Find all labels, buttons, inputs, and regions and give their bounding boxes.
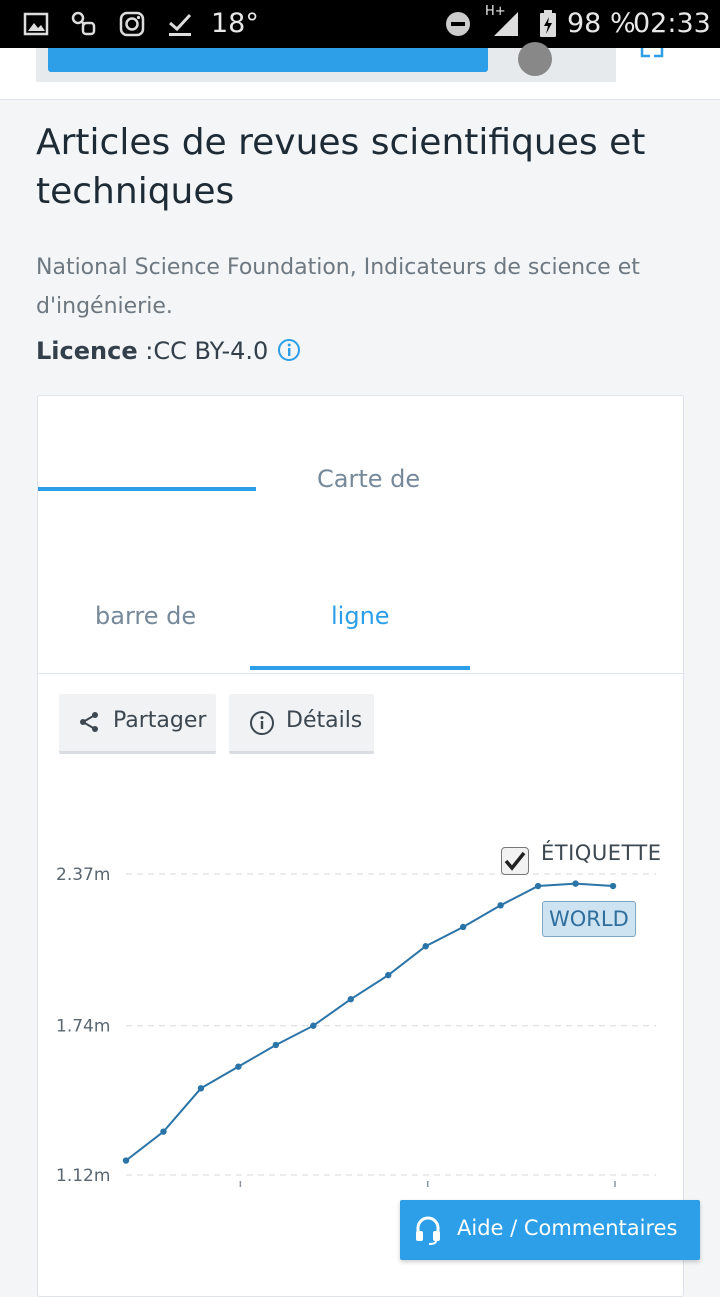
data-point[interactable] <box>497 902 504 909</box>
download-done-icon <box>169 13 192 36</box>
battery-level: 98 % <box>567 8 636 39</box>
tab-line-indicator <box>250 666 470 670</box>
data-point[interactable] <box>534 882 542 890</box>
expand-icon[interactable] <box>640 48 664 60</box>
data-point[interactable] <box>609 882 617 890</box>
temperature: 18° <box>211 8 259 39</box>
checkmark-icon <box>504 851 526 871</box>
link-icon <box>71 11 96 36</box>
info-icon <box>250 711 274 735</box>
battery-charging-icon <box>540 10 556 37</box>
data-point[interactable] <box>272 1041 280 1049</box>
data-point[interactable] <box>122 1157 130 1164</box>
data-point[interactable] <box>235 1063 242 1070</box>
signal-icon <box>494 12 518 36</box>
data-point[interactable] <box>572 880 579 887</box>
licence-info-icon[interactable] <box>277 338 301 362</box>
y-tick-label: 2.37m <box>56 865 110 885</box>
share-label: Partager <box>113 708 207 733</box>
status-bar: 18° H+ 98 % 02:33 <box>0 0 720 48</box>
tab-table-indicator <box>38 487 256 491</box>
line-chart: 1.12m 1.74m 2.37m <box>56 865 656 1187</box>
share-icon <box>80 712 98 732</box>
do-not-disturb-icon <box>446 12 470 36</box>
top-toolbar-remnant <box>0 42 720 100</box>
series-label-world: WORLD <box>542 901 636 937</box>
licence-line: Licence :CC BY-4.0 <box>36 334 268 368</box>
primary-button[interactable] <box>48 48 488 72</box>
tab-map[interactable]: Carte de <box>317 465 420 493</box>
tab-bar-chart[interactable]: barre de <box>95 602 196 630</box>
gallery-icon <box>23 12 49 36</box>
visualization-card: Carte de barre de ligne Partager Détails… <box>37 395 684 1297</box>
y-tick-label: 1.74m <box>56 1017 110 1037</box>
dataset-source: National Science Foundation, Indicateurs… <box>36 255 640 319</box>
tabs-divider <box>38 673 683 674</box>
data-point[interactable] <box>459 923 467 931</box>
help-feedback-label: Aide / Commentaires <box>457 1216 678 1240</box>
label-toggle-text: ÉTIQUETTE <box>541 841 662 865</box>
share-button[interactable]: Partager <box>59 694 216 754</box>
details-label: Détails <box>286 708 363 733</box>
y-tick-label: 1.12m <box>56 1166 110 1186</box>
details-button[interactable]: Détails <box>229 694 374 754</box>
page-title: Articles de revues scientifiques et tech… <box>36 122 646 212</box>
data-point[interactable] <box>385 971 392 979</box>
data-point[interactable] <box>197 1085 205 1092</box>
licence-label: Licence <box>36 337 138 365</box>
label-toggle-checkbox[interactable] <box>501 847 529 875</box>
series-line-world <box>125 882 614 1162</box>
data-point[interactable] <box>310 1022 317 1029</box>
toggle-knob[interactable] <box>518 42 552 76</box>
instagram-icon <box>119 11 145 37</box>
tab-line-chart[interactable]: ligne <box>331 602 390 630</box>
data-point[interactable] <box>347 996 354 1003</box>
licence-value: :CC BY-4.0 <box>145 337 269 365</box>
help-feedback-button[interactable]: Aide / Commentaires <box>400 1200 700 1260</box>
data-point[interactable] <box>422 943 429 950</box>
headset-icon <box>416 1216 440 1245</box>
clock: 02:33 <box>633 8 711 39</box>
data-point[interactable] <box>160 1128 167 1135</box>
